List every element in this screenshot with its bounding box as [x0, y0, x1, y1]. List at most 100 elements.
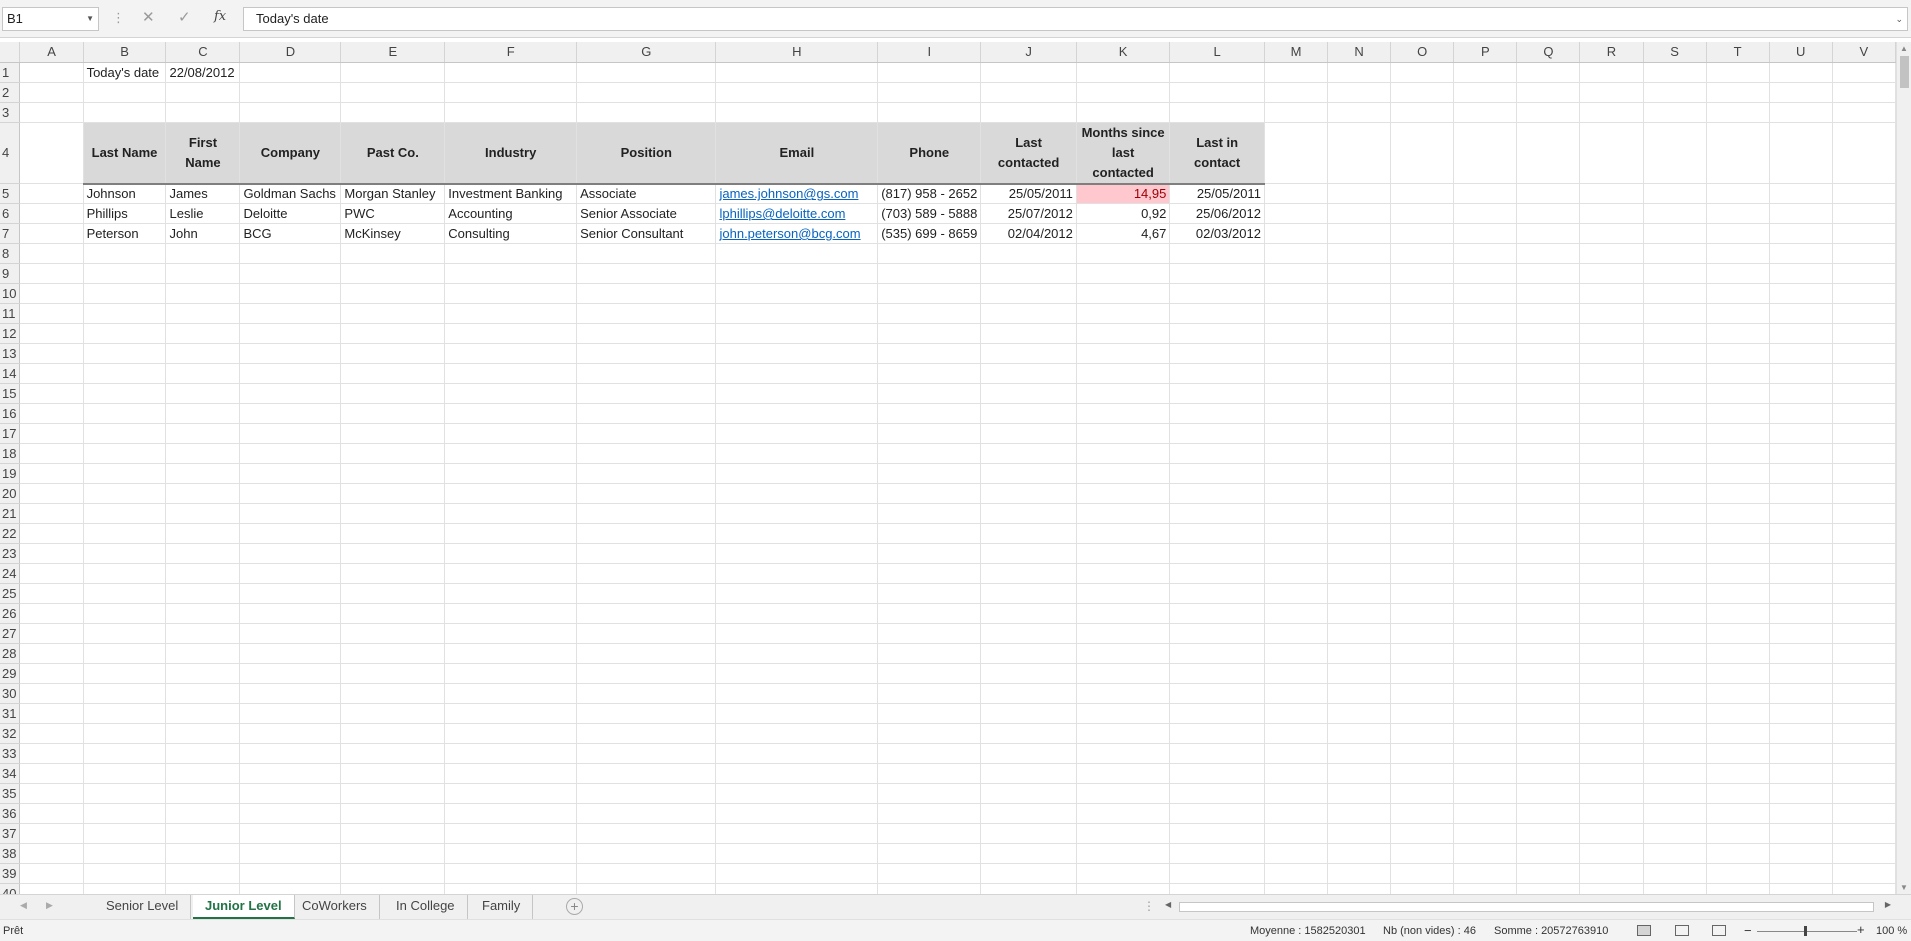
cell[interactable]	[576, 263, 717, 284]
cell[interactable]	[19, 283, 84, 304]
cell[interactable]	[1076, 663, 1171, 684]
cell[interactable]	[980, 623, 1077, 644]
cell[interactable]	[980, 243, 1077, 264]
cell[interactable]	[715, 823, 879, 844]
cell[interactable]	[1390, 703, 1455, 724]
cell[interactable]	[1327, 543, 1392, 564]
cell[interactable]	[1643, 122, 1707, 184]
cell[interactable]	[165, 723, 241, 744]
cell[interactable]	[1169, 62, 1265, 83]
cell[interactable]	[576, 603, 717, 624]
cell[interactable]	[165, 783, 241, 804]
cell[interactable]	[1643, 843, 1707, 864]
row-header[interactable]: 29	[0, 663, 21, 684]
cell[interactable]	[980, 563, 1077, 584]
cell[interactable]	[19, 863, 84, 884]
cell[interactable]	[715, 563, 879, 584]
cell[interactable]	[83, 363, 167, 384]
cell[interactable]	[1327, 683, 1392, 704]
cell[interactable]	[877, 703, 982, 724]
cell[interactable]	[576, 283, 717, 304]
cell[interactable]	[1390, 883, 1455, 894]
cell[interactable]	[1579, 503, 1644, 524]
cell[interactable]	[1390, 503, 1455, 524]
cell[interactable]	[1579, 283, 1644, 304]
cell[interactable]	[1453, 783, 1518, 804]
cell[interactable]	[239, 483, 342, 504]
cell[interactable]	[83, 643, 167, 664]
cell[interactable]	[1264, 723, 1329, 744]
cell[interactable]	[1579, 723, 1644, 744]
cell[interactable]	[1327, 363, 1392, 384]
enter-icon[interactable]: ✓	[178, 8, 191, 26]
cell[interactable]	[239, 283, 342, 304]
cell[interactable]	[444, 443, 578, 464]
cell[interactable]	[83, 843, 167, 864]
cell[interactable]	[1832, 783, 1896, 804]
cell[interactable]	[239, 383, 342, 404]
cell[interactable]	[1706, 203, 1770, 224]
cell[interactable]	[19, 463, 84, 484]
cell[interactable]	[980, 463, 1077, 484]
cell[interactable]	[1769, 403, 1833, 424]
cell[interactable]	[83, 683, 167, 704]
cell[interactable]	[1169, 603, 1265, 624]
cell[interactable]	[444, 823, 578, 844]
cell[interactable]	[715, 803, 879, 824]
cell[interactable]	[1516, 283, 1581, 304]
cell[interactable]	[1327, 203, 1392, 224]
cell[interactable]	[1327, 643, 1392, 664]
cell[interactable]	[1643, 423, 1707, 444]
cell[interactable]	[19, 783, 84, 804]
cell[interactable]: Senior Consultant	[576, 223, 717, 244]
column-header-p[interactable]: P	[1453, 42, 1518, 63]
cell[interactable]	[1516, 323, 1581, 344]
cell[interactable]: 02/03/2012	[1169, 223, 1265, 244]
cell[interactable]	[165, 263, 241, 284]
cell[interactable]	[1076, 62, 1171, 83]
cell[interactable]	[19, 223, 84, 244]
table-header-cell[interactable]: Past Co.	[340, 122, 446, 185]
cell[interactable]	[165, 883, 241, 894]
cell[interactable]	[576, 523, 717, 544]
cell[interactable]	[1390, 563, 1455, 584]
cell[interactable]	[1516, 683, 1581, 704]
cell[interactable]	[1076, 523, 1171, 544]
cell[interactable]	[877, 883, 982, 894]
row-header[interactable]: 25	[0, 583, 21, 604]
cell[interactable]	[83, 323, 167, 344]
cell[interactable]	[1643, 443, 1707, 464]
row-header[interactable]: 17	[0, 423, 21, 444]
cell[interactable]	[1390, 183, 1455, 204]
cell[interactable]	[576, 803, 717, 824]
cell[interactable]	[1706, 883, 1770, 894]
cell[interactable]	[1516, 203, 1581, 224]
cell[interactable]	[1076, 783, 1171, 804]
cell[interactable]	[1706, 583, 1770, 604]
cell[interactable]	[1264, 263, 1329, 284]
cell[interactable]	[1169, 303, 1265, 324]
cell[interactable]	[877, 583, 982, 604]
table-header-cell[interactable]: First Name	[165, 122, 241, 185]
cell[interactable]	[1516, 82, 1581, 103]
cell[interactable]	[239, 102, 342, 123]
cell[interactable]	[19, 763, 84, 784]
cell[interactable]	[1390, 863, 1455, 884]
cell[interactable]	[1169, 443, 1265, 464]
cell[interactable]	[715, 883, 879, 894]
cell[interactable]	[19, 663, 84, 684]
cell[interactable]	[1327, 783, 1392, 804]
cell[interactable]	[1832, 183, 1896, 204]
cell[interactable]	[19, 543, 84, 564]
cell[interactable]	[1832, 623, 1896, 644]
cell[interactable]	[715, 383, 879, 404]
row-header[interactable]: 35	[0, 783, 21, 804]
cell[interactable]	[715, 102, 879, 123]
cell[interactable]	[877, 663, 982, 684]
cell[interactable]	[1832, 443, 1896, 464]
cell[interactable]	[1076, 303, 1171, 324]
cell[interactable]	[1516, 303, 1581, 324]
cell[interactable]	[1832, 523, 1896, 544]
cell[interactable]	[239, 703, 342, 724]
cell[interactable]	[1706, 443, 1770, 464]
